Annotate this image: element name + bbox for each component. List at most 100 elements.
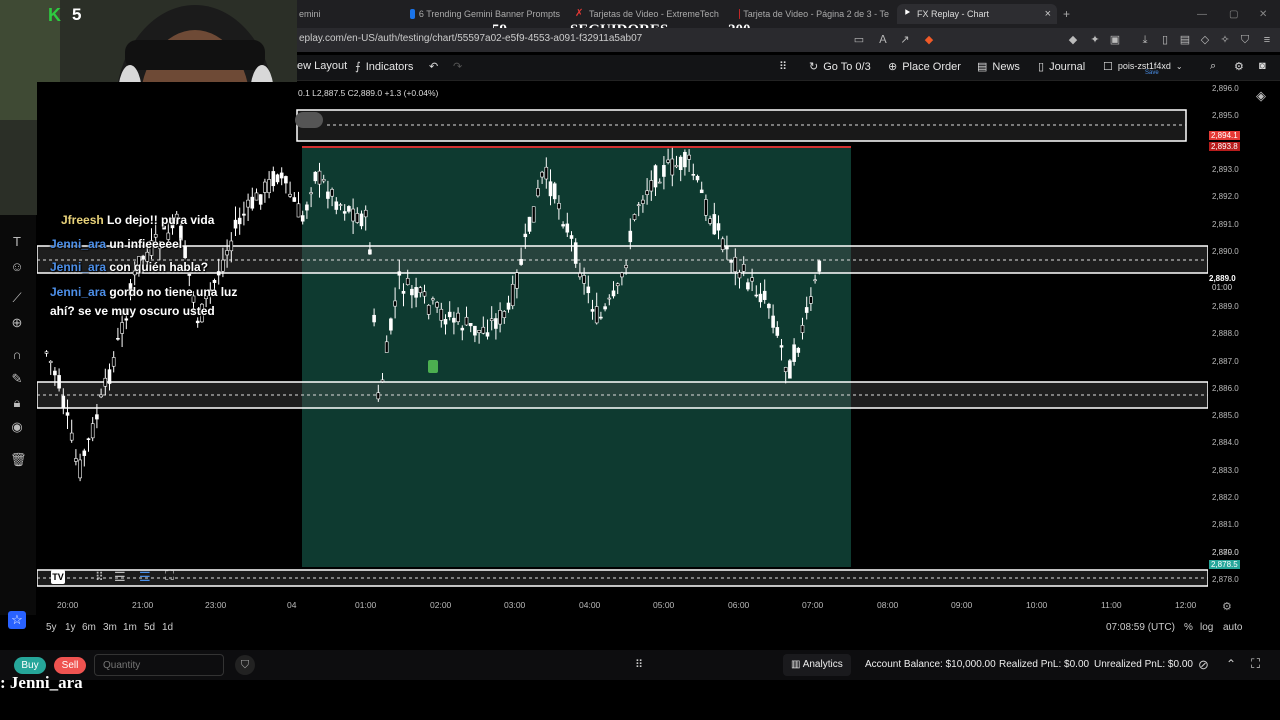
- range-button-6m[interactable]: 6m: [82, 622, 96, 633]
- screenshot-button[interactable]: ◙: [1259, 60, 1266, 72]
- candle-body: [439, 308, 444, 321]
- candle-body: [338, 204, 343, 206]
- cast-icon[interactable]: ▭: [853, 34, 865, 46]
- zoom-in-icon[interactable]: ⊕: [10, 316, 24, 330]
- range-button-5d[interactable]: 5d: [144, 622, 155, 633]
- tradingview-logo-icon: TV: [51, 570, 65, 584]
- gallery-icon[interactable]: ▣: [1109, 34, 1121, 46]
- window-close-icon[interactable]: ✕: [1259, 4, 1267, 24]
- candle-body: [233, 219, 238, 229]
- go-to-button[interactable]: ↻ Go To 0/3: [809, 60, 871, 74]
- candle-body: [321, 179, 326, 182]
- grid-menu-button[interactable]: ⠿: [779, 60, 787, 73]
- time-axis[interactable]: 20:00 21:00 23:00 04 01:00 02:00 03:00 04:00 05:…: [37, 596, 1208, 614]
- time-label: 06:00: [728, 600, 750, 610]
- download-icon[interactable]: ⤓: [1139, 34, 1151, 46]
- news-button[interactable]: ▤ News: [977, 60, 1020, 74]
- price-label: 2,886.0: [1212, 384, 1239, 393]
- journal-button[interactable]: ▯ Journal: [1038, 60, 1085, 74]
- bookmark-icon[interactable]: ◇: [1199, 34, 1211, 46]
- extension-icon[interactable]: ◆: [1067, 34, 1079, 46]
- realized-pnl: Realized PnL: $0.00: [999, 659, 1090, 670]
- range-button-5y[interactable]: 5y: [46, 622, 57, 633]
- trade-marker-icon[interactable]: [428, 360, 438, 373]
- range-button-3m[interactable]: 3m: [103, 622, 117, 633]
- chevron-up-icon[interactable]: ⌃: [1226, 657, 1236, 671]
- menu-icon[interactable]: ≡: [1261, 34, 1273, 46]
- eye-icon[interactable]: ◉: [10, 420, 24, 434]
- price-axis[interactable]: 2,896.0 2,895.0 2,893.0 2,892.0 2,891.0 2,890…: [1208, 82, 1250, 594]
- candle-body: [426, 304, 431, 315]
- range-button-1y[interactable]: 1y: [65, 622, 76, 633]
- x-icon: ✗: [575, 8, 584, 19]
- price-label: 2,885.0: [1212, 411, 1239, 420]
- toggle-switch[interactable]: [295, 112, 323, 128]
- maximize-icon[interactable]: ▢: [1229, 4, 1238, 24]
- axis-option-percent[interactable]: %: [1184, 622, 1193, 633]
- lock-order-icon[interactable]: ⛉: [235, 655, 255, 675]
- settings-button[interactable]: ⚙: [1234, 60, 1244, 73]
- chart-toolbar: ew Layout ⨍ Indicators ↶ ↷ ⠿ ↻ Go To 0/3 ⊕…: [297, 55, 1280, 81]
- price-chart[interactable]: 0.1 L2,887.5 C2,889.0 +1.3 (+0.04%) TV ⠿…: [37, 82, 1208, 594]
- quantity-input[interactable]: [94, 654, 224, 676]
- wallet-icon[interactable]: ▤: [1179, 34, 1191, 46]
- candle-body: [561, 224, 565, 227]
- emoji-tool-icon[interactable]: ☺: [10, 260, 24, 274]
- magnet-icon[interactable]: ∩: [10, 348, 24, 362]
- chart-canvas[interactable]: [37, 82, 1208, 594]
- axis-settings-icon[interactable]: ⚙: [1222, 600, 1232, 613]
- place-order-button[interactable]: ⊕ Place Order: [888, 60, 961, 74]
- time-label: 04: [287, 600, 297, 610]
- drag-handle-icon[interactable]: ⠿: [95, 570, 104, 584]
- zoom-button[interactable]: ⌕: [1210, 60, 1216, 73]
- minimize-icon[interactable]: —: [1197, 4, 1207, 24]
- candle-body: [443, 318, 448, 325]
- range-button-1d[interactable]: 1d: [162, 622, 173, 633]
- utc-clock[interactable]: 07:08:59 (UTC): [1106, 622, 1175, 633]
- analytics-icon: ▥: [791, 659, 801, 670]
- address-bar[interactable]: eplay.com/en-US/auth/testing/chart/55597…: [297, 28, 1280, 52]
- account-selector[interactable]: ☐ pois-zst1f4xd ⌄: [1103, 60, 1183, 73]
- new-layout-button[interactable]: ew Layout: [297, 60, 347, 72]
- url-text[interactable]: eplay.com/en-US/auth/testing/chart/55597…: [299, 33, 642, 44]
- axis-option-log[interactable]: log: [1200, 622, 1213, 633]
- text-tool-icon[interactable]: T: [10, 235, 24, 249]
- sell-button[interactable]: Sell: [54, 657, 86, 674]
- close-tab-icon[interactable]: ×: [1045, 8, 1051, 20]
- axis-option-auto[interactable]: auto: [1223, 622, 1242, 633]
- share-icon[interactable]: ↗: [899, 34, 911, 46]
- layers-icon[interactable]: ☰: [139, 569, 151, 585]
- puzzle-icon[interactable]: ✦: [1089, 34, 1101, 46]
- browser-tab-active[interactable]: ⯈ FX Replay - Chart ×: [897, 4, 1057, 24]
- settings-sliders-icon[interactable]: ☰: [114, 569, 126, 585]
- sidebar-icon[interactable]: ▯: [1159, 34, 1171, 46]
- drag-handle-icon[interactable]: ⠿: [635, 658, 643, 671]
- undo-button[interactable]: ↶: [429, 60, 438, 73]
- candle-body: [489, 318, 494, 321]
- candle-body: [758, 293, 763, 303]
- candle-body: [401, 290, 406, 294]
- layers-toggle-icon[interactable]: ◈: [1256, 88, 1266, 104]
- brave-shield-icon[interactable]: ◆: [923, 34, 935, 46]
- translate-icon[interactable]: Ａ: [877, 34, 889, 46]
- new-tab-button[interactable]: +: [1063, 4, 1077, 24]
- buy-button[interactable]: Buy: [14, 657, 46, 674]
- expand-icon[interactable]: ⛶: [1251, 656, 1260, 672]
- ruler-icon[interactable]: ⟋: [10, 291, 24, 305]
- price-tag-target: 2,878.5: [1209, 560, 1240, 569]
- leo-icon[interactable]: ✧: [1219, 34, 1231, 46]
- checkbox-icon: ☐: [1103, 61, 1113, 73]
- favorite-star-icon[interactable]: ☆: [8, 611, 26, 629]
- trash-icon[interactable]: 🗑︎: [10, 453, 27, 467]
- range-button-1m[interactable]: 1m: [123, 622, 137, 633]
- pencil-lock-icon[interactable]: ✎: [10, 372, 24, 386]
- redo-button[interactable]: ↷: [453, 60, 462, 73]
- fullscreen-icon[interactable]: ⛶: [165, 568, 174, 584]
- indicators-button[interactable]: ⨍ Indicators: [355, 60, 413, 74]
- lock-icon[interactable]: 🔒︎: [10, 396, 24, 410]
- hide-icon[interactable]: ⊘: [1198, 657, 1209, 673]
- browser-tab[interactable]: emini: [299, 4, 359, 24]
- vpn-icon[interactable]: ⛉: [1239, 34, 1251, 46]
- time-label: 05:00: [653, 600, 675, 610]
- analytics-button[interactable]: ▥ Analytics: [783, 654, 851, 676]
